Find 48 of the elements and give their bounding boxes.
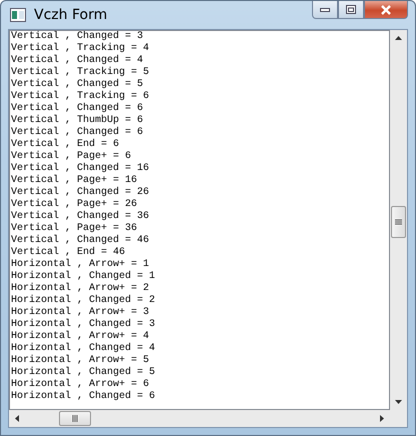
- log-line: Vertical , End = 46: [11, 247, 126, 258]
- maximize-button[interactable]: [338, 1, 364, 19]
- log-line: Horizontal , Changed = 2: [11, 295, 156, 306]
- log-line: Vertical , Tracking = 6: [11, 91, 150, 102]
- maximize-icon: [346, 5, 356, 14]
- log-line: Horizontal , Arrow+ = 4: [11, 331, 150, 342]
- log-line: Vertical , Changed = 36: [11, 211, 150, 222]
- log-line: Horizontal , Arrow+ = 3: [11, 307, 150, 318]
- log-line: Horizontal , Changed = 1: [11, 271, 156, 282]
- log-line: Vertical , Changed = 16: [11, 163, 150, 174]
- scroll-thumb[interactable]: [59, 411, 91, 426]
- vertical-scrollbar[interactable]: [390, 30, 407, 410]
- window-title: Vczh Form: [34, 7, 108, 23]
- log-line: Vertical , End = 6: [11, 139, 120, 150]
- log-line: Horizontal , Changed = 5: [11, 367, 156, 378]
- log-line: Horizontal , Arrow+ = 1: [11, 259, 150, 270]
- log-line: Vertical , Changed = 3: [11, 31, 144, 42]
- log-line: Vertical , Changed = 5: [11, 79, 144, 90]
- log-line: Vertical , Tracking = 4: [11, 43, 150, 54]
- scroll-right-arrow-icon[interactable]: [380, 415, 384, 422]
- log-line: Vertical , Page+ = 16: [11, 175, 138, 186]
- log-line: Vertical , Changed = 4: [11, 55, 144, 66]
- close-icon: [380, 4, 392, 14]
- log-line: Vertical , Page+ = 26: [11, 199, 138, 210]
- log-line: Horizontal , Changed = 6: [11, 391, 156, 403]
- scroll-up-arrow-icon[interactable]: [395, 36, 402, 40]
- scroll-thumb[interactable]: [391, 206, 406, 238]
- log-line: Horizontal , Changed = 4: [11, 343, 156, 354]
- horizontal-scrollbar[interactable]: [9, 410, 407, 427]
- minimize-icon: [320, 8, 330, 12]
- log-line: Horizontal , Arrow+ = 6: [11, 379, 150, 390]
- log-line: Vertical , Page+ = 36: [11, 223, 138, 234]
- log-line: Vertical , Changed = 6: [11, 127, 144, 138]
- log-line: Horizontal , Arrow+ = 2: [11, 283, 150, 294]
- log-text-area[interactable]: [9, 30, 390, 410]
- log-line: Vertical , Changed = 46: [11, 235, 150, 246]
- log-line: Vertical , Tracking = 5: [11, 67, 150, 78]
- log-line: Vertical , Page+ = 6: [11, 151, 132, 162]
- scroll-down-arrow-icon[interactable]: [395, 400, 402, 404]
- log-line: Horizontal , Arrow+ = 5: [11, 355, 150, 366]
- log-line: Vertical , ThumbUp = 6: [11, 115, 144, 126]
- log-line: Horizontal , Changed = 3: [11, 319, 156, 330]
- window-icon: [10, 8, 26, 22]
- log-line: Vertical , Changed = 26: [11, 187, 150, 198]
- close-button[interactable]: [364, 1, 408, 19]
- log-line: Vertical , Changed = 6: [11, 103, 144, 114]
- minimize-button[interactable]: [312, 1, 338, 19]
- scroll-left-arrow-icon[interactable]: [15, 415, 19, 422]
